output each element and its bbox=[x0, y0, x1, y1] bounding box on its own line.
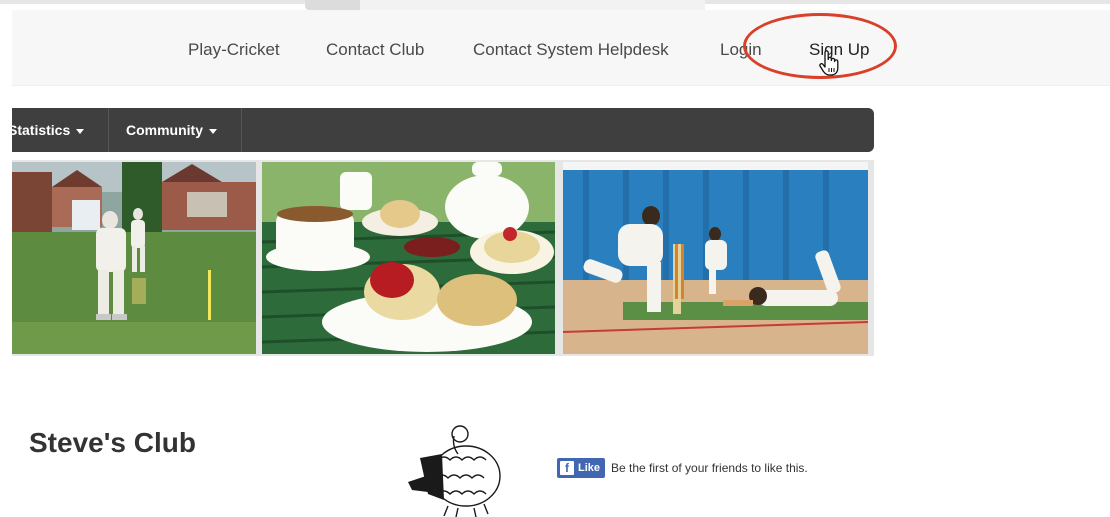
browser-tab-strip bbox=[0, 0, 1110, 10]
menu-item-community[interactable]: Community bbox=[108, 108, 242, 152]
menu-item-label: Statistics bbox=[8, 122, 71, 138]
caret-down-icon bbox=[209, 128, 217, 134]
nav-link-contact-helpdesk[interactable]: Contact System Helpdesk bbox=[473, 40, 669, 60]
batsman-at-crease-photo bbox=[12, 162, 256, 354]
facebook-like-widget: f Like Be the first of your friends to l… bbox=[557, 457, 808, 479]
caret-down-icon bbox=[76, 128, 85, 134]
facebook-like-text: Be the first of your friends to like thi… bbox=[611, 461, 808, 475]
club-name-heading: Steve's Club bbox=[29, 427, 196, 458]
browser-tab-active[interactable] bbox=[360, 0, 705, 10]
photo-banner bbox=[12, 160, 874, 356]
hand-pointer-icon bbox=[819, 50, 839, 76]
nav-link-play-cricket[interactable]: Play-Cricket bbox=[188, 40, 280, 60]
top-navigation: Play-Cricket Contact Club Contact System… bbox=[12, 10, 1110, 86]
menu-item-statistics[interactable]: Statistics bbox=[8, 108, 104, 152]
main-menu-bar: Statistics Community bbox=[8, 108, 874, 152]
indoor-cricket-diving-keeper-photo bbox=[563, 162, 868, 354]
sheep-sketch-logo bbox=[408, 425, 501, 517]
facebook-icon: f bbox=[560, 461, 574, 475]
cream-tea-scones-photo bbox=[262, 162, 555, 354]
menu-item-label: Community bbox=[126, 122, 203, 138]
nav-link-contact-club[interactable]: Contact Club bbox=[326, 40, 424, 60]
facebook-like-label: Like bbox=[578, 462, 601, 474]
facebook-like-button[interactable]: f Like bbox=[557, 458, 606, 478]
